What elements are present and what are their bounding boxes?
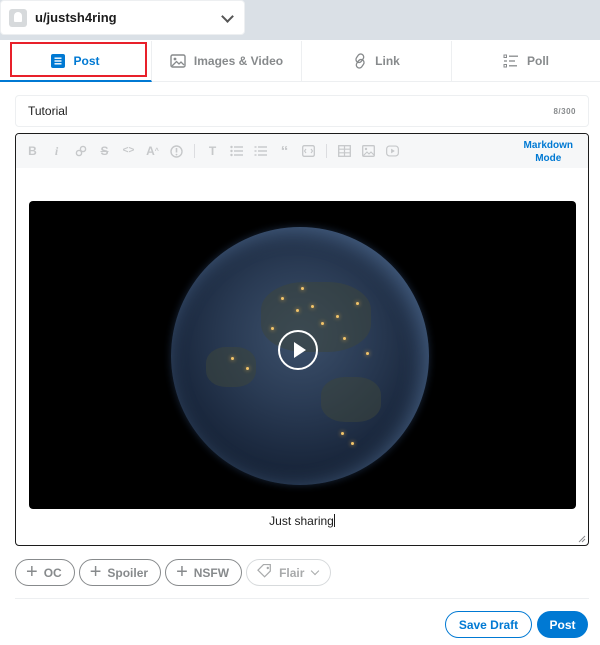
post-icon	[51, 53, 66, 68]
spoiler-icon[interactable]	[170, 144, 183, 158]
image-icon[interactable]	[362, 145, 375, 158]
tab-poll-label: Poll	[526, 54, 549, 68]
video-caption[interactable]: Just sharing	[16, 514, 588, 528]
numbered-list-icon[interactable]	[254, 145, 267, 158]
resize-handle-icon[interactable]	[578, 535, 586, 543]
play-button[interactable]	[278, 330, 318, 370]
tab-post[interactable]: Post	[0, 41, 152, 82]
flair-tag-button[interactable]: Flair	[246, 559, 332, 586]
plus-icon: +	[176, 560, 188, 583]
divider	[15, 598, 589, 599]
oc-label: OC	[43, 565, 62, 580]
play-icon	[294, 342, 306, 358]
quote-block-icon[interactable]: “	[278, 144, 291, 159]
text-cursor	[333, 514, 335, 527]
post-type-tabs: Post Images & Video Link Poll	[0, 41, 600, 82]
toolbar-divider	[194, 144, 195, 158]
markdown-mode-toggle[interactable]: Markdown Mode	[524, 139, 573, 165]
title-value: Tutorial	[28, 104, 68, 118]
markdown-mode-line2: Mode	[535, 153, 562, 164]
title-char-count: 8/300	[553, 106, 576, 116]
title-input[interactable]: Tutorial 8/300	[15, 95, 589, 127]
tab-poll[interactable]: Poll	[452, 41, 600, 81]
avatar	[9, 8, 27, 27]
inline-code-icon[interactable]: <>	[122, 145, 135, 158]
bulleted-list-icon[interactable]	[230, 145, 243, 158]
chevron-down-icon	[311, 566, 320, 576]
link-icon[interactable]	[74, 145, 87, 158]
spoiler-tag-button[interactable]: + Spoiler	[78, 559, 162, 586]
tab-link[interactable]: Link	[302, 41, 452, 81]
oc-tag-button[interactable]: + OC	[15, 559, 75, 586]
chevron-down-icon	[221, 10, 234, 23]
post-tags: + OC + Spoiler + NSFW Flair	[15, 559, 332, 586]
nsfw-label: NSFW	[193, 565, 230, 580]
tab-images-video[interactable]: Images & Video	[152, 41, 302, 81]
code-block-icon[interactable]	[302, 145, 315, 158]
heading-icon[interactable]: T	[206, 145, 219, 158]
post-button[interactable]: Post	[537, 611, 588, 638]
nsfw-tag-button[interactable]: + NSFW	[165, 559, 243, 586]
top-bar: u/justsh4ring	[0, 0, 600, 40]
editor-toolbar: B i S <> A ^ T “ Markdown Mode	[16, 134, 588, 168]
video-icon[interactable]	[386, 145, 399, 158]
flair-label: Flair	[279, 565, 305, 580]
plus-icon: +	[26, 560, 38, 583]
post-body-editor[interactable]: B i S <> A ^ T “ Markdown Mode Just shar…	[15, 133, 589, 546]
embedded-video[interactable]	[29, 201, 576, 509]
toolbar-divider	[326, 144, 327, 158]
link-icon	[353, 53, 367, 69]
video-caption-text: Just sharing	[269, 514, 334, 528]
spoiler-label: Spoiler	[107, 565, 149, 580]
plus-icon: +	[89, 560, 102, 583]
save-draft-button[interactable]: Save Draft	[445, 611, 532, 638]
superscript-icon[interactable]: A ^	[146, 145, 159, 158]
table-icon[interactable]	[338, 145, 351, 158]
bold-icon[interactable]: B	[26, 145, 39, 158]
community-selector[interactable]: u/justsh4ring	[0, 0, 245, 35]
poll-icon	[503, 54, 519, 68]
image-icon	[170, 54, 186, 68]
italic-icon[interactable]: i	[50, 145, 63, 158]
tab-images-video-label: Images & Video	[193, 54, 284, 68]
tag-icon	[257, 563, 273, 581]
community-name: u/justsh4ring	[35, 10, 117, 25]
markdown-mode-line1: Markdown	[523, 140, 573, 151]
strikethrough-icon[interactable]: S	[98, 145, 111, 158]
tab-post-label: Post	[73, 53, 100, 68]
tab-link-label: Link	[375, 54, 400, 68]
